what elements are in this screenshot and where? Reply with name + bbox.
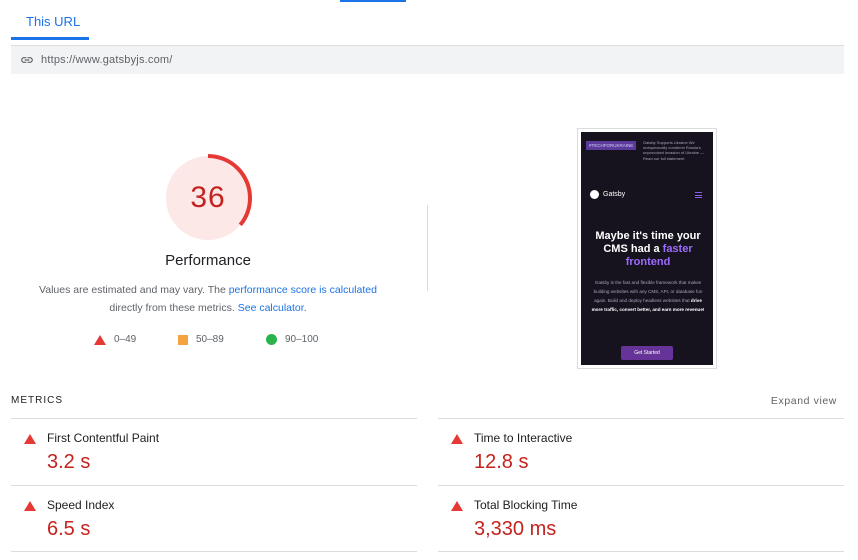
metric-time-to-interactive: Time to Interactive 12.8 s bbox=[438, 418, 838, 484]
metric-title: Total Blocking Time bbox=[474, 498, 578, 512]
fail-triangle-icon bbox=[24, 501, 36, 511]
metric-value: 3,330 ms bbox=[474, 518, 557, 540]
performance-description: Values are estimated and may vary. The p… bbox=[28, 281, 388, 317]
metrics-divider-bottom-left bbox=[11, 551, 417, 552]
metric-total-blocking-time: Total Blocking Time 3,330 ms bbox=[438, 485, 838, 551]
metrics-heading: METRICS bbox=[11, 395, 63, 406]
performance-score: 36 bbox=[190, 181, 226, 214]
hamburger-menu-icon bbox=[695, 192, 702, 200]
legend-average-range: 50–89 bbox=[196, 334, 224, 345]
metric-title: Time to Interactive bbox=[474, 431, 573, 445]
circle-icon bbox=[266, 334, 277, 345]
legend-fail: 0–49 bbox=[94, 334, 136, 345]
metric-value: 12.8 s bbox=[474, 451, 529, 473]
desc-text-1: Values are estimated and may vary. The bbox=[39, 284, 229, 296]
legend-pass-range: 90–100 bbox=[285, 334, 319, 345]
final-screenshot[interactable]: #TECHFORUKRAINE Gatsby Supports Ukraine … bbox=[577, 128, 717, 369]
legend-fail-range: 0–49 bbox=[114, 334, 137, 345]
performance-score-link[interactable]: performance score is calculated bbox=[229, 284, 377, 296]
gatsby-logo-icon bbox=[590, 190, 599, 199]
preview-logo-text: Gatsby bbox=[603, 191, 626, 198]
metric-title: Speed Index bbox=[47, 498, 115, 512]
metrics-divider-bottom-right bbox=[438, 551, 844, 552]
fail-triangle-icon bbox=[451, 434, 463, 444]
tab-active-indicator bbox=[11, 37, 89, 40]
vertical-divider bbox=[427, 205, 428, 291]
triangle-icon bbox=[94, 334, 106, 345]
metric-value: 3.2 s bbox=[47, 451, 91, 473]
preview-body: Gatsby is the fast and flexible framewor… bbox=[591, 278, 705, 314]
preview-banner-tag: #TECHFORUKRAINE bbox=[586, 141, 637, 150]
performance-title: Performance bbox=[165, 252, 251, 269]
top-scroll-indicator bbox=[340, 0, 406, 2]
metric-first-contentful-paint: First Contentful Paint 3.2 s bbox=[11, 418, 411, 484]
legend-average: 50–89 bbox=[178, 334, 224, 345]
metric-speed-index: Speed Index 6.5 s bbox=[11, 485, 411, 551]
preview-headline: Maybe it's time your CMS had a faster fr… bbox=[585, 230, 711, 269]
link-icon bbox=[19, 52, 35, 68]
legend-pass: 90–100 bbox=[266, 334, 318, 345]
tab-this-url[interactable]: This URL bbox=[26, 14, 80, 29]
url-text: https://www.gatsbyjs.com/ bbox=[41, 54, 173, 66]
metric-title: First Contentful Paint bbox=[47, 431, 160, 445]
preview-body-text: Gatsby is the fast and flexible framewor… bbox=[593, 280, 703, 303]
preview-banner-text: Gatsby Supports Ukraine We unequivocally… bbox=[643, 140, 705, 161]
page-preview: #TECHFORUKRAINE Gatsby Supports Ukraine … bbox=[581, 132, 713, 365]
desc-text-2: directly from these metrics. bbox=[109, 302, 238, 314]
see-calculator-link[interactable]: See calculator bbox=[238, 302, 304, 314]
desc-text-3: . bbox=[303, 302, 307, 314]
fail-triangle-icon bbox=[24, 434, 36, 444]
preview-get-started-button: Get Started bbox=[621, 346, 673, 360]
expand-view-button[interactable]: Expand view bbox=[771, 395, 837, 407]
metric-value: 6.5 s bbox=[47, 518, 91, 540]
preview-logo: Gatsby bbox=[590, 190, 625, 199]
square-icon bbox=[178, 334, 188, 345]
fail-triangle-icon bbox=[451, 501, 463, 511]
url-bar: https://www.gatsbyjs.com/ bbox=[11, 46, 844, 74]
